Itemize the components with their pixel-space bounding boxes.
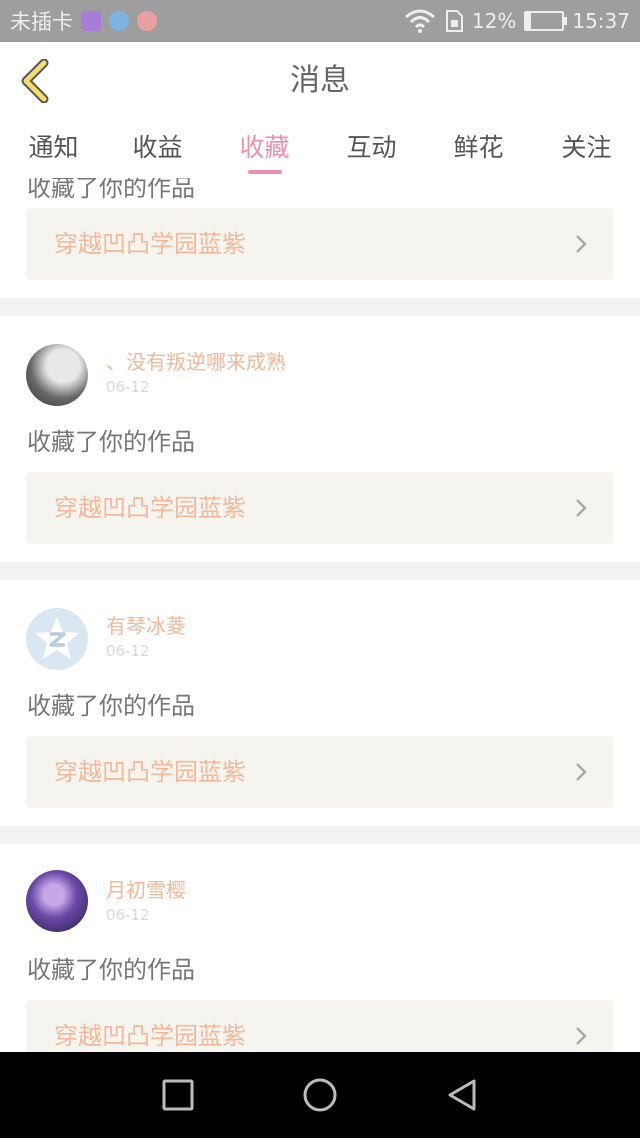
timestamp: 06-12 [106, 378, 150, 396]
timestamp: 06-12 [106, 906, 150, 924]
tab-flowers[interactable]: 鲜花 [425, 120, 532, 178]
app-header: 消息 [0, 42, 640, 121]
list-item: 有琴冰菱 06-12 收藏了你的作品 穿越凹凸学园蓝紫 [0, 580, 640, 826]
tab-bar: 通知 收益 收藏 互动 鲜花 关注 [0, 120, 640, 178]
action-text: 收藏了你的作品 [27, 428, 195, 456]
tab-label: 通知 [28, 133, 79, 162]
work-title: 穿越凹凸学园蓝紫 [54, 230, 246, 258]
status-bar: 未插卡 12% 15:37 [0, 0, 640, 42]
work-link[interactable]: 穿越凹凸学园蓝紫 [26, 472, 613, 544]
recent-apps-icon[interactable] [160, 1077, 196, 1113]
tab-following[interactable]: 关注 [533, 120, 640, 178]
chevron-right-icon [576, 499, 587, 517]
tab-favorites[interactable]: 收藏 [211, 120, 318, 178]
work-link[interactable]: 穿越凹凸学园蓝紫 [26, 1000, 613, 1052]
chevron-right-icon [576, 235, 587, 253]
tab-label: 互动 [346, 133, 397, 162]
battery-icon [524, 11, 568, 31]
gallery-app-icon [81, 11, 101, 31]
active-tab-indicator [247, 170, 282, 174]
username[interactable]: 月初雪樱 [106, 874, 186, 903]
list-item: 月初雪樱 06-12 收藏了你的作品 穿越凹凸学园蓝紫 [0, 844, 640, 1052]
action-text: 收藏了你的作品 [27, 178, 195, 202]
sim-icon [445, 10, 463, 32]
list-item: 、没有叛逆哪来成熟 06-12 收藏了你的作品 穿越凹凸学园蓝紫 [0, 316, 640, 562]
browser-app-icon [109, 11, 129, 31]
work-title: 穿越凹凸学园蓝紫 [54, 494, 246, 522]
username[interactable]: 、没有叛逆哪来成熟 [106, 346, 286, 375]
work-link[interactable]: 穿越凹凸学园蓝紫 [26, 208, 613, 280]
timestamp: 06-12 [106, 642, 150, 660]
tab-label: 关注 [561, 133, 612, 162]
wifi-icon [404, 9, 435, 33]
list-item: 收藏了你的作品 穿越凹凸学园蓝紫 [0, 178, 640, 298]
home-icon[interactable] [302, 1077, 338, 1113]
avatar[interactable] [26, 344, 88, 406]
chevron-right-icon [576, 763, 587, 781]
avatar[interactable] [26, 870, 88, 932]
action-text: 收藏了你的作品 [27, 956, 195, 984]
message-list[interactable]: 收藏了你的作品 穿越凹凸学园蓝紫 、没有叛逆哪来成熟 06-12 收藏了你的作品… [0, 178, 640, 1052]
work-title: 穿越凹凸学园蓝紫 [54, 758, 246, 786]
avatar[interactable] [26, 608, 88, 670]
chevron-right-icon [576, 1027, 587, 1045]
carrier-label: 未插卡 [10, 10, 73, 34]
tab-earnings[interactable]: 收益 [104, 120, 211, 178]
store-app-icon [137, 11, 157, 31]
tab-notifications[interactable]: 通知 [0, 120, 107, 178]
tab-label: 收藏 [239, 133, 290, 162]
system-nav-bar [0, 1052, 640, 1138]
default-avatar-icon [35, 617, 79, 659]
username[interactable]: 有琴冰菱 [106, 610, 186, 639]
tab-label: 收益 [132, 133, 183, 162]
tab-interactions[interactable]: 互动 [318, 120, 425, 178]
back-icon[interactable] [444, 1077, 480, 1113]
tab-label: 鲜花 [453, 133, 504, 162]
page-title: 消息 [290, 63, 350, 98]
work-title: 穿越凹凸学园蓝紫 [54, 1022, 246, 1050]
battery-percent: 12% [471, 9, 517, 33]
work-link[interactable]: 穿越凹凸学园蓝紫 [26, 736, 613, 808]
battery-fill [526, 13, 531, 29]
action-text: 收藏了你的作品 [27, 692, 195, 720]
clock: 15:37 [572, 9, 630, 33]
